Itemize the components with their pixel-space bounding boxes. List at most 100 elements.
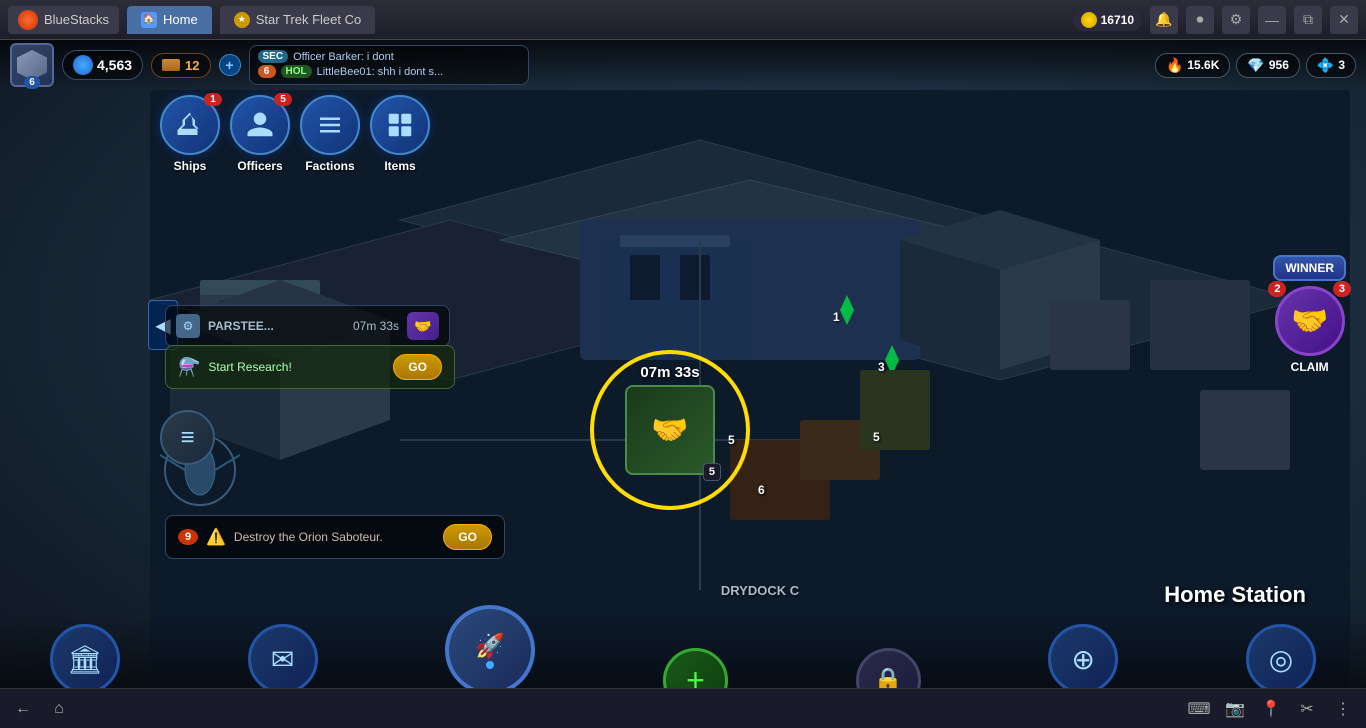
coins-display: 16710: [1073, 9, 1142, 31]
factions-label: Factions: [305, 159, 354, 173]
items-label: Items: [384, 159, 415, 173]
title-bar: BlueStacks 🏠 Home ★ Star Trek Fleet Co 1…: [0, 0, 1366, 40]
player-avatar[interactable]: 6: [10, 43, 54, 87]
ship-button[interactable]: ≡: [160, 410, 215, 465]
resource-2-pill: 💎 956: [1236, 53, 1299, 78]
right-claim-area: WINNER 2 3 🤝 CLAIM: [1273, 255, 1346, 374]
destroy-badge: 9: [178, 529, 198, 545]
resource-1-value: 15.6K: [1187, 58, 1219, 72]
home-ship-icon: 🚀: [475, 632, 505, 661]
chat-panel: SEC Officer Barker: i dont 6 HOL LittleB…: [249, 45, 529, 85]
map-number-3: 3: [878, 360, 885, 374]
parsteel-icon: [73, 55, 93, 75]
destroy-item: 9 ⚠️ Destroy the Orion Saboteur. GO: [165, 515, 505, 559]
officers-icon: 5: [230, 95, 290, 155]
taskbar: ← ⌂ ⌨ 📷 📍 ✂ ⋮: [0, 688, 1366, 728]
research-quest-area: ⚗️ Start Research! GO: [165, 345, 455, 395]
add-resource-btn[interactable]: +: [219, 54, 241, 76]
coin-icon: [1081, 12, 1097, 28]
player-level: 6: [24, 76, 40, 89]
chat-badge-sec: SEC: [258, 50, 289, 63]
minimize-btn[interactable]: —: [1258, 6, 1286, 34]
restore-btn[interactable]: ⧉: [1294, 6, 1322, 34]
resource-2-icon: 💎: [1247, 57, 1264, 74]
taskbar-tools[interactable]: ✂: [1292, 694, 1322, 724]
research-go-btn[interactable]: GO: [393, 354, 442, 380]
claim-btn-area[interactable]: 2 3 🤝 CLAIM: [1273, 286, 1346, 374]
tab-home[interactable]: 🏠 Home: [127, 6, 212, 34]
items-svg: [385, 110, 415, 140]
settings-btn[interactable]: ⚙: [1222, 6, 1250, 34]
research-icon: ⚗️: [178, 357, 200, 378]
resource-1-pill: 🔥 15.6K: [1155, 53, 1230, 78]
trek-tab-icon: ★: [234, 12, 250, 28]
nav-factions[interactable]: Factions: [300, 95, 360, 173]
chat-badge-6: 6: [258, 65, 276, 78]
crystals-value: 3: [1338, 58, 1345, 72]
home-icon: 🚀: [445, 605, 535, 695]
chat-line-2: 6 HOL LittleBee01: shh i dont s...: [258, 65, 520, 78]
coins-value: 16710: [1101, 13, 1134, 27]
close-btn[interactable]: ✕: [1330, 6, 1358, 34]
officers-svg: [245, 110, 275, 140]
taskbar-back[interactable]: ←: [8, 694, 38, 724]
right-resources: 🔥 15.6K 💎 956 💠 3: [1155, 53, 1356, 78]
research-item: ⚗️ Start Research! GO: [165, 345, 455, 389]
nav-officers[interactable]: 5 Officers: [230, 95, 290, 173]
tab-game[interactable]: ★ Star Trek Fleet Co: [220, 6, 375, 34]
building-level: 5: [703, 463, 721, 481]
taskbar-more[interactable]: ⋮: [1328, 694, 1358, 724]
taskbar-location[interactable]: 📍: [1256, 694, 1286, 724]
claim-badge-3: 3: [1333, 281, 1351, 297]
trek-tab-label: Star Trek Fleet Co: [256, 12, 361, 27]
nav-items[interactable]: Items: [370, 95, 430, 173]
timer-text: 07m 33s: [640, 364, 699, 381]
notification-btn[interactable]: 🔔: [1150, 6, 1178, 34]
app-name: BlueStacks: [44, 12, 109, 27]
resource-2-value: 956: [1269, 58, 1289, 72]
taskbar-home-btn[interactable]: ⌂: [44, 694, 74, 724]
taskbar-screenshot[interactable]: 📷: [1220, 694, 1250, 724]
ships-badge: 1: [204, 93, 222, 106]
officers-label: Officers: [237, 159, 282, 173]
home-dot: [486, 661, 494, 669]
claim-icon[interactable]: 🤝: [1275, 286, 1345, 356]
officers-badge: 5: [274, 93, 292, 106]
map-number-6: 6: [758, 483, 765, 497]
parsteel-handshake-btn[interactable]: 🤝: [407, 312, 439, 340]
items-icon: [370, 95, 430, 155]
ships-label: Ships: [174, 159, 207, 173]
parsteel-timer-bar: ⚙ PARSTEE... 07m 33s 🤝: [165, 305, 450, 347]
factions-svg: [315, 110, 345, 140]
ship-area[interactable]: ≡: [160, 410, 215, 465]
parsteel-value: 4,563: [97, 57, 132, 73]
destroy-go-btn[interactable]: GO: [443, 524, 492, 550]
home-tab-icon: 🏠: [141, 12, 157, 28]
parsteel-display: 4,563: [62, 50, 143, 80]
chat-text-2: LittleBee01: shh i dont s...: [317, 66, 444, 78]
record-btn[interactable]: ⏺: [1186, 6, 1214, 34]
map-number-5a: 5: [873, 430, 880, 444]
bluestacks-icon: [18, 10, 38, 30]
nav-ships[interactable]: 1 Ships: [160, 95, 220, 173]
parsteel-timer-time: 07m 33s: [353, 319, 399, 333]
top-hud: 6 4,563 12 + SEC Officer Barker: i dont …: [0, 40, 1366, 90]
bluestacks-logo-area[interactable]: BlueStacks: [8, 6, 119, 34]
cargo-display: 12: [151, 53, 210, 78]
cargo-value: 12: [185, 58, 199, 73]
game-area[interactable]: 6 4,563 12 + SEC Officer Barker: i dont …: [0, 40, 1366, 728]
taskbar-right: ⌨ 📷 📍 ✂ ⋮: [1184, 694, 1358, 724]
ships-icon: 1: [160, 95, 220, 155]
factions-icon: [300, 95, 360, 155]
inbox-icon: ✉: [248, 624, 318, 694]
taskbar-keyboard[interactable]: ⌨: [1184, 694, 1214, 724]
timer-building: 🤝 5: [625, 385, 715, 475]
winner-badge: WINNER: [1273, 255, 1346, 281]
crystal-icon: 💠: [1317, 57, 1334, 74]
exterior-icon: ⊕: [1048, 624, 1118, 694]
parsteel-timer-name: PARSTEE...: [208, 319, 274, 333]
center-timer[interactable]: 07m 33s 🤝 5: [590, 350, 750, 510]
system-icon: ◎: [1246, 624, 1316, 694]
ships-svg: [175, 110, 205, 140]
destroy-quest-area: 9 ⚠️ Destroy the Orion Saboteur. GO: [165, 515, 505, 559]
